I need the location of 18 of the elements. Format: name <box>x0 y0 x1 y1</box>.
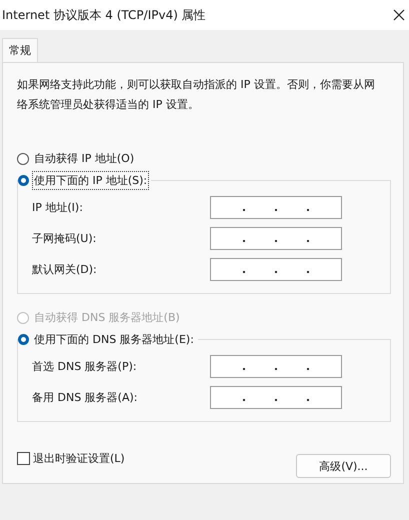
advanced-button[interactable]: 高级(V)... <box>296 454 391 478</box>
radio-button[interactable]: 使用下面的 DNS 服务器地址(E): <box>18 330 196 349</box>
ip-address-field[interactable] <box>210 227 342 250</box>
field-label: 默认网关(D): <box>32 262 97 277</box>
ip-address-field[interactable] <box>210 386 342 409</box>
field-label: 首选 DNS 服务器(P): <box>32 359 137 374</box>
window-title: Internet 协议版本 4 (TCP/IPv4) 属性 <box>2 6 206 24</box>
field-label: IP 地址(I): <box>32 200 83 215</box>
close-icon[interactable] <box>393 9 405 21</box>
field-label: 备用 DNS 服务器(A): <box>32 390 138 405</box>
tab[interactable]: 常规 <box>2 38 38 62</box>
field-label: 子网掩码(U): <box>32 231 96 246</box>
checkbox[interactable]: 退出时验证设置(L) <box>17 450 125 466</box>
description-text: 如果网络支持此功能，则可以获取自动指派的 IP 设置。否则，你需要从网络系统管理员处获得适当的 IP 设置。 <box>17 77 376 113</box>
ip-address-field[interactable] <box>210 258 342 281</box>
ip-address-field[interactable] <box>210 355 342 378</box>
ip-address-field[interactable] <box>210 196 342 219</box>
radio-button[interactable]: 自动获得 IP 地址(O) <box>17 149 136 168</box>
